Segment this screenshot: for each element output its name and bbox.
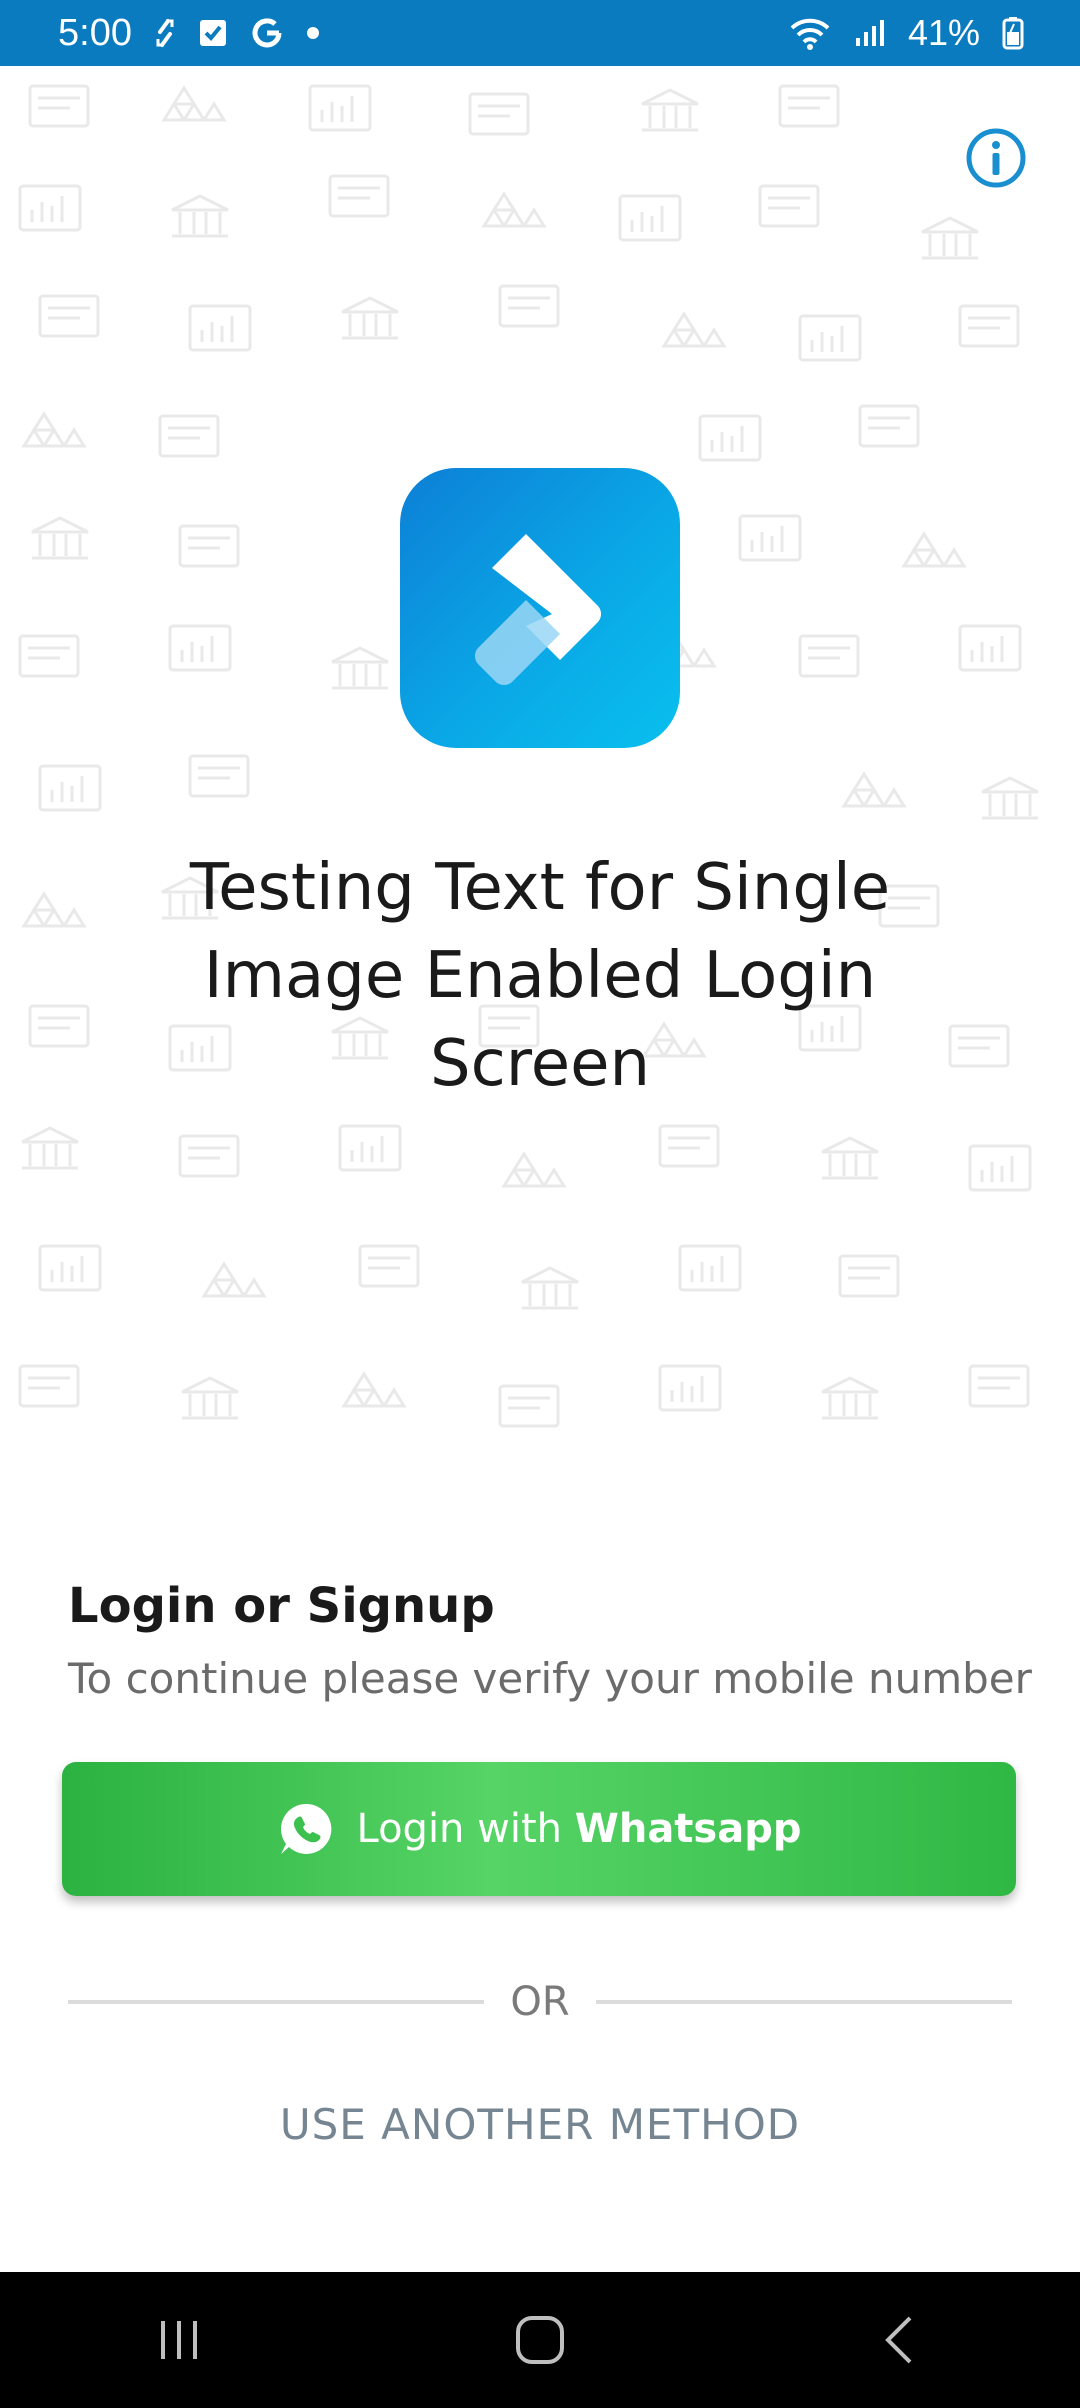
hero-title: Testing Text for Single Image Enabled Lo… (189, 851, 891, 1101)
whatsapp-button-bold: Whatsapp (574, 1806, 802, 1852)
home-button[interactable] (480, 2280, 600, 2400)
home-icon (516, 2316, 564, 2364)
sheet-subtitle: To continue please verify your mobile nu… (68, 1654, 1032, 1703)
app-logo-icon (474, 534, 602, 686)
status-time: 5:00 (58, 11, 132, 54)
whatsapp-button-label: Login with Whatsapp (357, 1806, 802, 1852)
login-sheet: Login or Signup To continue please verif… (0, 1500, 1080, 2272)
dot-icon (306, 26, 320, 40)
background-pattern (18, 84, 1040, 1428)
status-left: 5:00 (58, 12, 320, 55)
status-bar: 5:00 41% (0, 0, 1080, 66)
checkbox-icon (198, 18, 228, 48)
navigation-bar (0, 2272, 1080, 2408)
whatsapp-icon (280, 1803, 331, 1854)
or-divider: OR (68, 1972, 1012, 2032)
whatsapp-button-prefix: Login with (356, 1806, 563, 1852)
google-icon (250, 16, 284, 50)
login-with-whatsapp-button[interactable]: Login with Whatsapp (62, 1762, 1016, 1896)
or-line-right (595, 2000, 1012, 2004)
status-right: 41% (788, 12, 1024, 54)
app-logo (400, 468, 680, 748)
back-icon (885, 2316, 912, 2364)
or-label: OR (510, 1979, 570, 2025)
signal-icon (854, 18, 886, 48)
wifi-icon (788, 16, 832, 50)
recents-button[interactable] (120, 2280, 240, 2400)
or-line-left (68, 2000, 485, 2004)
sheet-title: Login or Signup (68, 1578, 495, 1634)
battery-percent: 41% (907, 12, 980, 53)
sync-icon (154, 18, 176, 48)
info-button[interactable] (964, 126, 1028, 190)
back-button[interactable] (840, 2280, 960, 2400)
hero-section: Testing Text for Single Image Enabled Lo… (0, 66, 1080, 1500)
use-another-method-link[interactable]: USE ANOTHER METHOD (0, 2100, 1080, 2149)
info-icon (966, 128, 1026, 188)
recents-icon (161, 2321, 197, 2359)
battery-icon (1002, 16, 1024, 50)
